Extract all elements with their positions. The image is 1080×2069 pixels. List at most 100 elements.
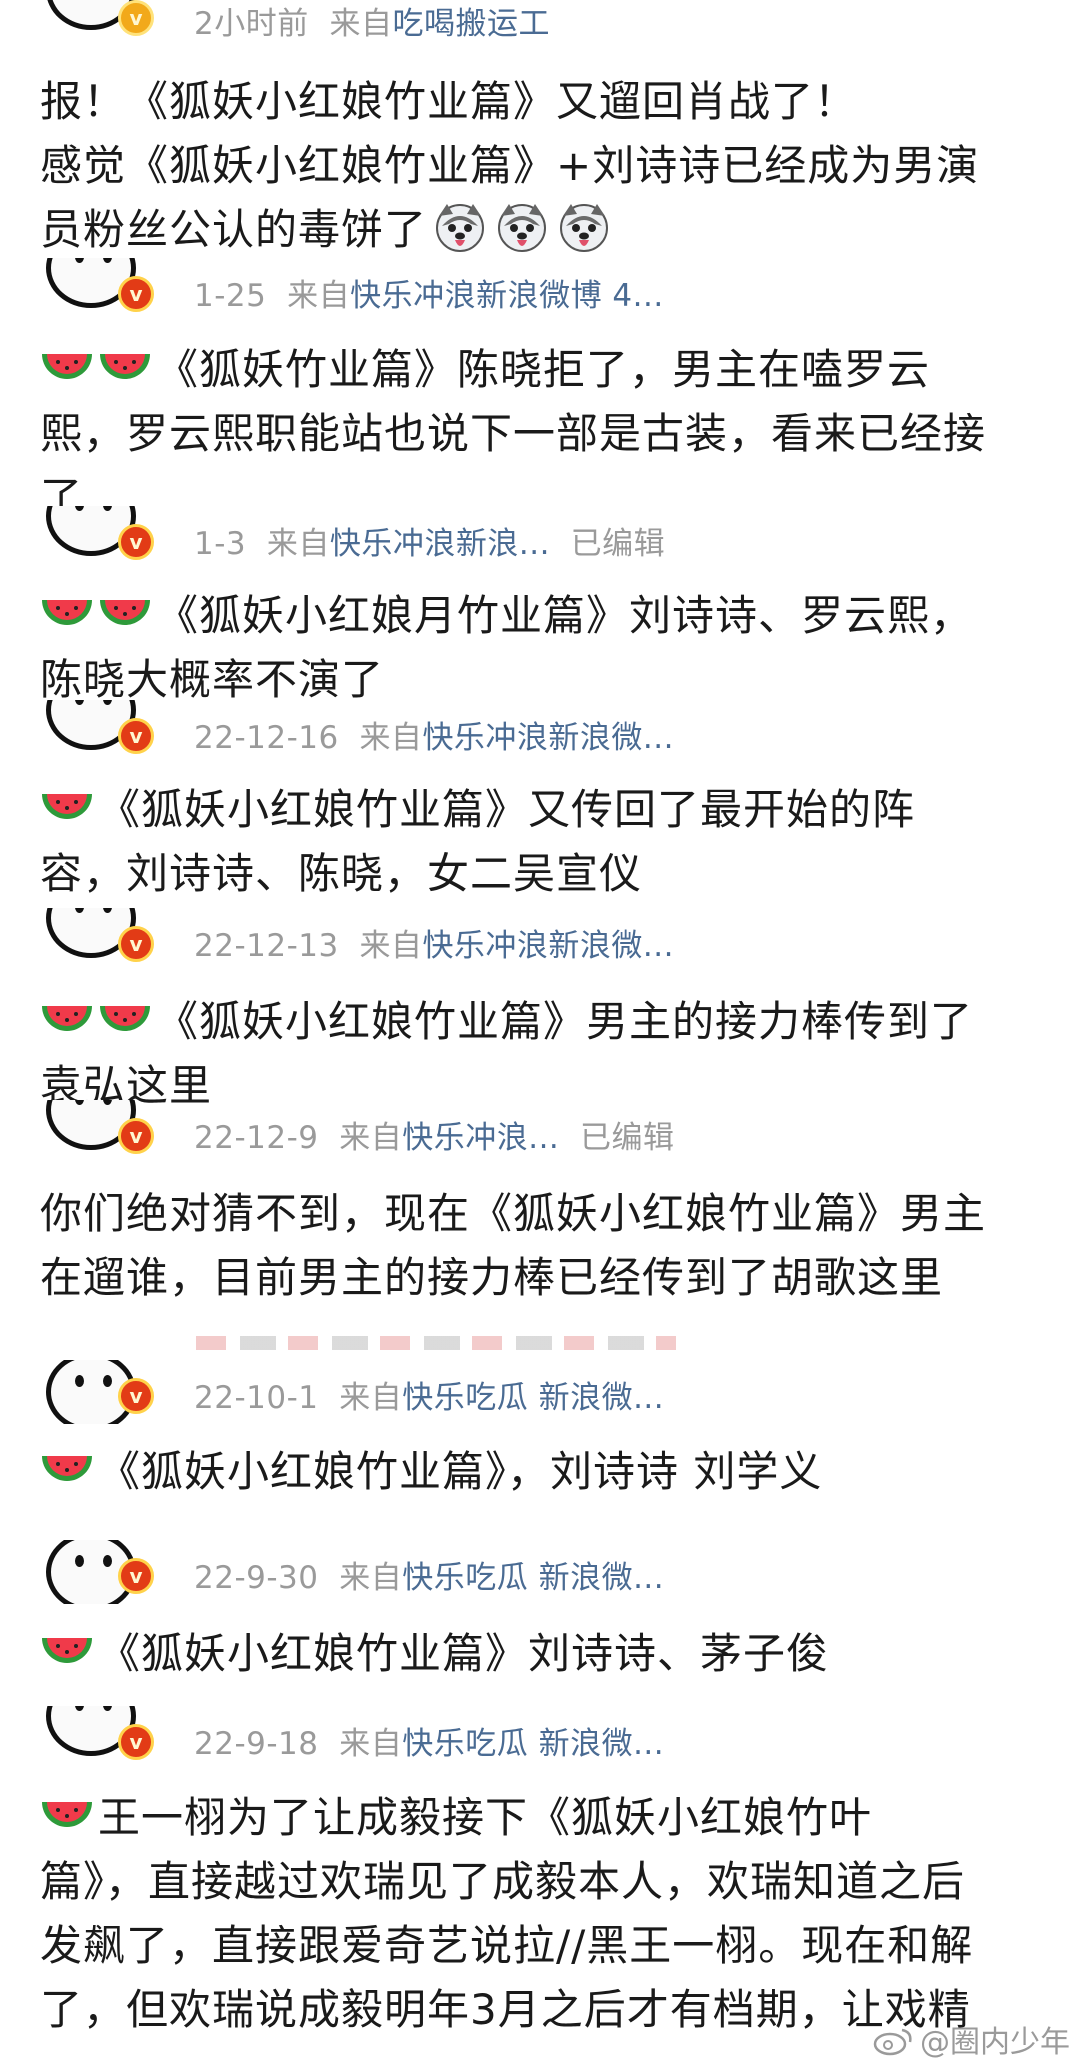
post-meta: 1-25 来自快乐冲浪新浪微博 4... xyxy=(194,270,664,315)
post-line-with-emoji: 《狐妖竹业篇》陈晓拒了，男主在嗑罗云 xyxy=(40,338,1040,402)
post-meta: 22-10-1 来自快乐吃瓜 新浪微... xyxy=(194,1372,664,1417)
post-line: 《狐妖小红娘竹业篇》又传回了最开始的阵 xyxy=(98,785,916,834)
watermelon-icon xyxy=(100,600,150,625)
from-label: 来自 xyxy=(287,278,351,314)
post-date: 22-12-13 xyxy=(194,928,339,964)
post-meta-row: v 22-10-1 来自快乐吃瓜 新浪微... xyxy=(0,1360,1080,1424)
post-date: 22-9-30 xyxy=(194,1560,319,1596)
blurred-text xyxy=(196,1336,676,1350)
post-source-link[interactable]: 快乐吃瓜 新浪微... xyxy=(402,1726,664,1762)
post-date: 1-3 xyxy=(194,526,247,562)
weibo-watermark: @圈内少年 xyxy=(872,2017,1070,2061)
post-line: 《狐妖小红娘竹业篇》刘诗诗、茅子俊 xyxy=(98,1629,830,1678)
watermelon-icon xyxy=(42,600,92,625)
post-line-with-emoji: 员粉丝公认的毒饼了 xyxy=(40,198,1040,262)
post-meta: 22-9-18 来自快乐吃瓜 新浪微... xyxy=(194,1718,664,1763)
post-line-with-emoji: 王一栩为了让成毅接下《狐妖小红娘竹叶 xyxy=(40,1786,1040,1850)
from-label: 来自 xyxy=(339,1560,403,1596)
post-meta-row: v 22-9-30 来自快乐吃瓜 新浪微... xyxy=(0,1540,1080,1604)
watermelon-icon xyxy=(100,1006,150,1031)
from-label: 来自 xyxy=(266,526,330,562)
post-line: 《狐妖小红娘竹业篇》男主的接力棒传到了 xyxy=(156,997,974,1046)
post-meta: 1-3 来自快乐冲浪新浪... 已编辑 xyxy=(194,518,665,563)
husky-dog-emoji-icon xyxy=(436,204,485,252)
post-line-with-emoji: 《狐妖小红娘竹业篇》又传回了最开始的阵 xyxy=(40,778,1040,842)
post-date: 22-12-9 xyxy=(194,1120,319,1156)
post-line-with-emoji: 《狐妖小红娘竹业篇》男主的接力棒传到了 xyxy=(40,990,1040,1054)
post-line: 你们绝对猜不到，现在《狐妖小红娘竹业篇》男主 xyxy=(40,1189,987,1238)
husky-dog-emoji-icon xyxy=(498,204,547,252)
post-date: 22-12-16 xyxy=(194,720,339,756)
post-source-link[interactable]: 快乐冲浪新浪微博 4... xyxy=(350,278,664,314)
post-meta: 22-12-13 来自快乐冲浪新浪微... xyxy=(194,920,674,965)
from-label: 来自 xyxy=(339,1380,403,1416)
watermelon-icon xyxy=(42,1638,92,1663)
post-meta-row: v 22-9-18 来自快乐吃瓜 新浪微... xyxy=(0,1706,1080,1770)
vip-badge-icon: v xyxy=(118,276,154,312)
husky-dog-emoji-icon xyxy=(560,204,609,252)
post-source-link[interactable]: 快乐吃瓜 新浪微... xyxy=(402,1380,664,1416)
post-line-with-emoji: 《狐妖小红娘竹业篇》刘诗诗、茅子俊 xyxy=(40,1622,1040,1686)
watermelon-icon xyxy=(42,794,92,819)
post-line: 容，刘诗诗、陈晓，女二吴宣仪 xyxy=(40,849,643,898)
post-meta-row: v 22-12-9 来自快乐冲浪... 已编辑 xyxy=(0,1100,1080,1164)
post-meta-top: v 2小时前 来自吃喝搬运工 xyxy=(0,0,1080,64)
post-line-with-emoji: 《狐妖小红娘竹业篇》，刘诗诗 刘学义 xyxy=(40,1440,1040,1504)
post-line: 《狐妖小红娘月竹业篇》刘诗诗、罗云熙， xyxy=(156,591,974,640)
post-meta: 22-9-30 来自快乐吃瓜 新浪微... xyxy=(194,1552,664,1597)
from-label: 来自 xyxy=(329,6,393,42)
post-text: 《狐妖竹业篇》陈晓拒了，男主在嗑罗云 熙，罗云熙职能站也说下一部是古装，看来已经… xyxy=(40,338,1040,530)
post-meta: 22-12-16 来自快乐冲浪新浪微... xyxy=(194,712,674,757)
post-line: 感觉《狐妖小红娘竹业篇》+刘诗诗已经成为男演 xyxy=(40,141,980,190)
from-label: 来自 xyxy=(339,1726,403,1762)
post-line: 《狐妖竹业篇》陈晓拒了，男主在嗑罗云 xyxy=(156,345,931,394)
post-date: 22-9-18 xyxy=(194,1726,319,1762)
post-meta: 2小时前 来自吃喝搬运工 xyxy=(194,0,550,43)
vip-badge-icon: v xyxy=(118,1558,154,1594)
post-text: 王一栩为了让成毅接下《狐妖小红娘竹叶 篇》，直接越过欢瑞见了成毅本人，欢瑞知道之… xyxy=(40,1786,1040,2042)
post-line: 熙，罗云熙职能站也说下一部是古装，看来已经接 xyxy=(40,409,987,458)
post-source-link[interactable]: 快乐冲浪新浪... xyxy=(330,526,550,562)
edited-label: 已编辑 xyxy=(570,526,666,562)
post-meta-row: v 1-25 来自快乐冲浪新浪微博 4... xyxy=(0,258,1080,322)
vip-badge-icon: v xyxy=(118,1378,154,1414)
watermelon-icon xyxy=(42,1456,92,1481)
vip-badge-icon: v xyxy=(118,926,154,962)
from-label: 来自 xyxy=(359,720,423,756)
post-date: 22-10-1 xyxy=(194,1380,319,1416)
vip-badge-icon: v xyxy=(118,718,154,754)
vip-badge-icon: v xyxy=(118,524,154,560)
post-line: 篇》，直接越过欢瑞见了成毅本人，欢瑞知道之后 xyxy=(40,1857,966,1906)
watermelon-icon xyxy=(42,1006,92,1031)
post-meta: 22-12-9 来自快乐冲浪... 已编辑 xyxy=(194,1112,675,1157)
post-meta-row: v 22-12-16 来自快乐冲浪新浪微... xyxy=(0,700,1080,764)
from-label: 来自 xyxy=(359,928,423,964)
weibo-logo-icon xyxy=(873,2028,912,2056)
post-line: 《狐妖小红娘竹业篇》，刘诗诗 刘学义 xyxy=(98,1447,823,1496)
edited-label: 已编辑 xyxy=(580,1120,675,1156)
vip-badge-icon: v xyxy=(118,0,154,36)
post-line: 报！《狐妖小红娘竹业篇》又遛回肖战了！ xyxy=(40,77,858,126)
post-source-link[interactable]: 快乐冲浪新浪微... xyxy=(422,928,674,964)
post-line: 王一栩为了让成毅接下《狐妖小红娘竹叶 xyxy=(98,1793,873,1842)
post-text: 《狐妖小红娘竹业篇》刘诗诗、茅子俊 xyxy=(40,1622,1040,1686)
post-text: 《狐妖小红娘竹业篇》男主的接力棒传到了 袁弘这里 xyxy=(40,990,1040,1118)
watermark-text: @圈内少年 xyxy=(920,2025,1070,2060)
watermelon-icon xyxy=(42,1802,92,1827)
post-source-link[interactable]: 快乐吃瓜 新浪微... xyxy=(402,1560,664,1596)
post-date: 1-25 xyxy=(194,278,267,314)
watermelon-icon xyxy=(42,354,92,379)
post-source-link[interactable]: 吃喝搬运工 xyxy=(392,6,550,42)
post-text: 《狐妖小红娘竹业篇》，刘诗诗 刘学义 xyxy=(40,1440,1040,1504)
post-source-link[interactable]: 快乐冲浪... xyxy=(402,1120,559,1156)
post-line-with-emoji: 《狐妖小红娘月竹业篇》刘诗诗、罗云熙， xyxy=(40,584,1040,648)
post-meta-row: v 22-12-13 来自快乐冲浪新浪微... xyxy=(0,908,1080,972)
post-text: 报！《狐妖小红娘竹业篇》又遛回肖战了！ 感觉《狐妖小红娘竹业篇》+刘诗诗已经成为… xyxy=(40,70,1040,262)
post-source-link[interactable]: 快乐冲浪新浪微... xyxy=(422,720,674,756)
post-line: 在遛谁，目前男主的接力棒已经传到了胡歌这里 xyxy=(40,1253,944,1302)
post-meta-row: v 1-3 来自快乐冲浪新浪... 已编辑 xyxy=(0,506,1080,570)
from-label: 来自 xyxy=(339,1120,403,1156)
post-text: 《狐妖小红娘竹业篇》又传回了最开始的阵 容，刘诗诗、陈晓，女二吴宣仪 xyxy=(40,778,1040,906)
post-time: 2小时前 xyxy=(194,6,309,42)
vip-badge-icon: v xyxy=(118,1118,154,1154)
